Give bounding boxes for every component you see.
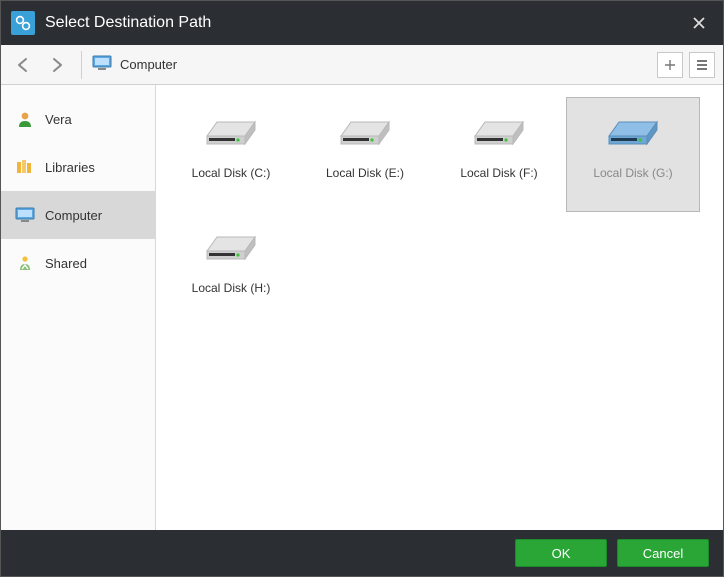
drive-item[interactable]: Local Disk (F:) bbox=[432, 97, 566, 212]
dialog-body: Vera Libraries Computer bbox=[1, 85, 723, 530]
sidebar: Vera Libraries Computer bbox=[1, 85, 156, 530]
breadcrumb[interactable]: Computer bbox=[92, 55, 651, 74]
disk-icon bbox=[199, 104, 263, 152]
back-button[interactable] bbox=[9, 51, 37, 79]
breadcrumb-label: Computer bbox=[120, 57, 177, 72]
footer: OK Cancel bbox=[1, 530, 723, 576]
sidebar-item-label: Vera bbox=[45, 112, 72, 127]
libraries-icon bbox=[15, 157, 35, 177]
sidebar-item-libraries[interactable]: Libraries bbox=[1, 143, 155, 191]
drive-item[interactable]: Local Disk (C:) bbox=[164, 97, 298, 212]
drive-item[interactable]: Local Disk (E:) bbox=[298, 97, 432, 212]
button-label: OK bbox=[552, 546, 571, 561]
computer-icon bbox=[92, 55, 112, 74]
sidebar-item-label: Computer bbox=[45, 208, 102, 223]
drive-label: Local Disk (F:) bbox=[460, 166, 537, 180]
disk-icon bbox=[601, 104, 665, 152]
sidebar-item-shared[interactable]: Shared bbox=[1, 239, 155, 287]
drive-item[interactable]: Local Disk (H:) bbox=[164, 212, 298, 327]
drive-label: Local Disk (G:) bbox=[593, 166, 672, 180]
drive-label: Local Disk (E:) bbox=[326, 166, 404, 180]
shared-icon bbox=[15, 253, 35, 273]
disk-icon bbox=[199, 219, 263, 267]
user-icon bbox=[15, 109, 35, 129]
toolbar-divider bbox=[81, 51, 82, 79]
titlebar: Select Destination Path bbox=[1, 1, 723, 45]
drive-grid: Local Disk (C:) Local Disk (E:) bbox=[156, 85, 723, 530]
sidebar-item-vera[interactable]: Vera bbox=[1, 95, 155, 143]
cancel-button[interactable]: Cancel bbox=[617, 539, 709, 567]
disk-icon bbox=[467, 104, 531, 152]
sidebar-item-label: Libraries bbox=[45, 160, 95, 175]
ok-button[interactable]: OK bbox=[515, 539, 607, 567]
forward-button[interactable] bbox=[43, 51, 71, 79]
sidebar-item-computer[interactable]: Computer bbox=[1, 191, 155, 239]
sidebar-item-label: Shared bbox=[45, 256, 87, 271]
drive-item[interactable]: Local Disk (G:) bbox=[566, 97, 700, 212]
disk-icon bbox=[333, 104, 397, 152]
drive-label: Local Disk (C:) bbox=[192, 166, 271, 180]
app-icon bbox=[11, 11, 35, 35]
toolbar: Computer bbox=[1, 45, 723, 85]
new-folder-button[interactable] bbox=[657, 52, 683, 78]
close-icon[interactable] bbox=[685, 9, 713, 37]
window-title: Select Destination Path bbox=[45, 14, 685, 32]
view-list-button[interactable] bbox=[689, 52, 715, 78]
button-label: Cancel bbox=[643, 546, 683, 561]
drive-label: Local Disk (H:) bbox=[192, 281, 271, 295]
computer-icon bbox=[15, 205, 35, 225]
